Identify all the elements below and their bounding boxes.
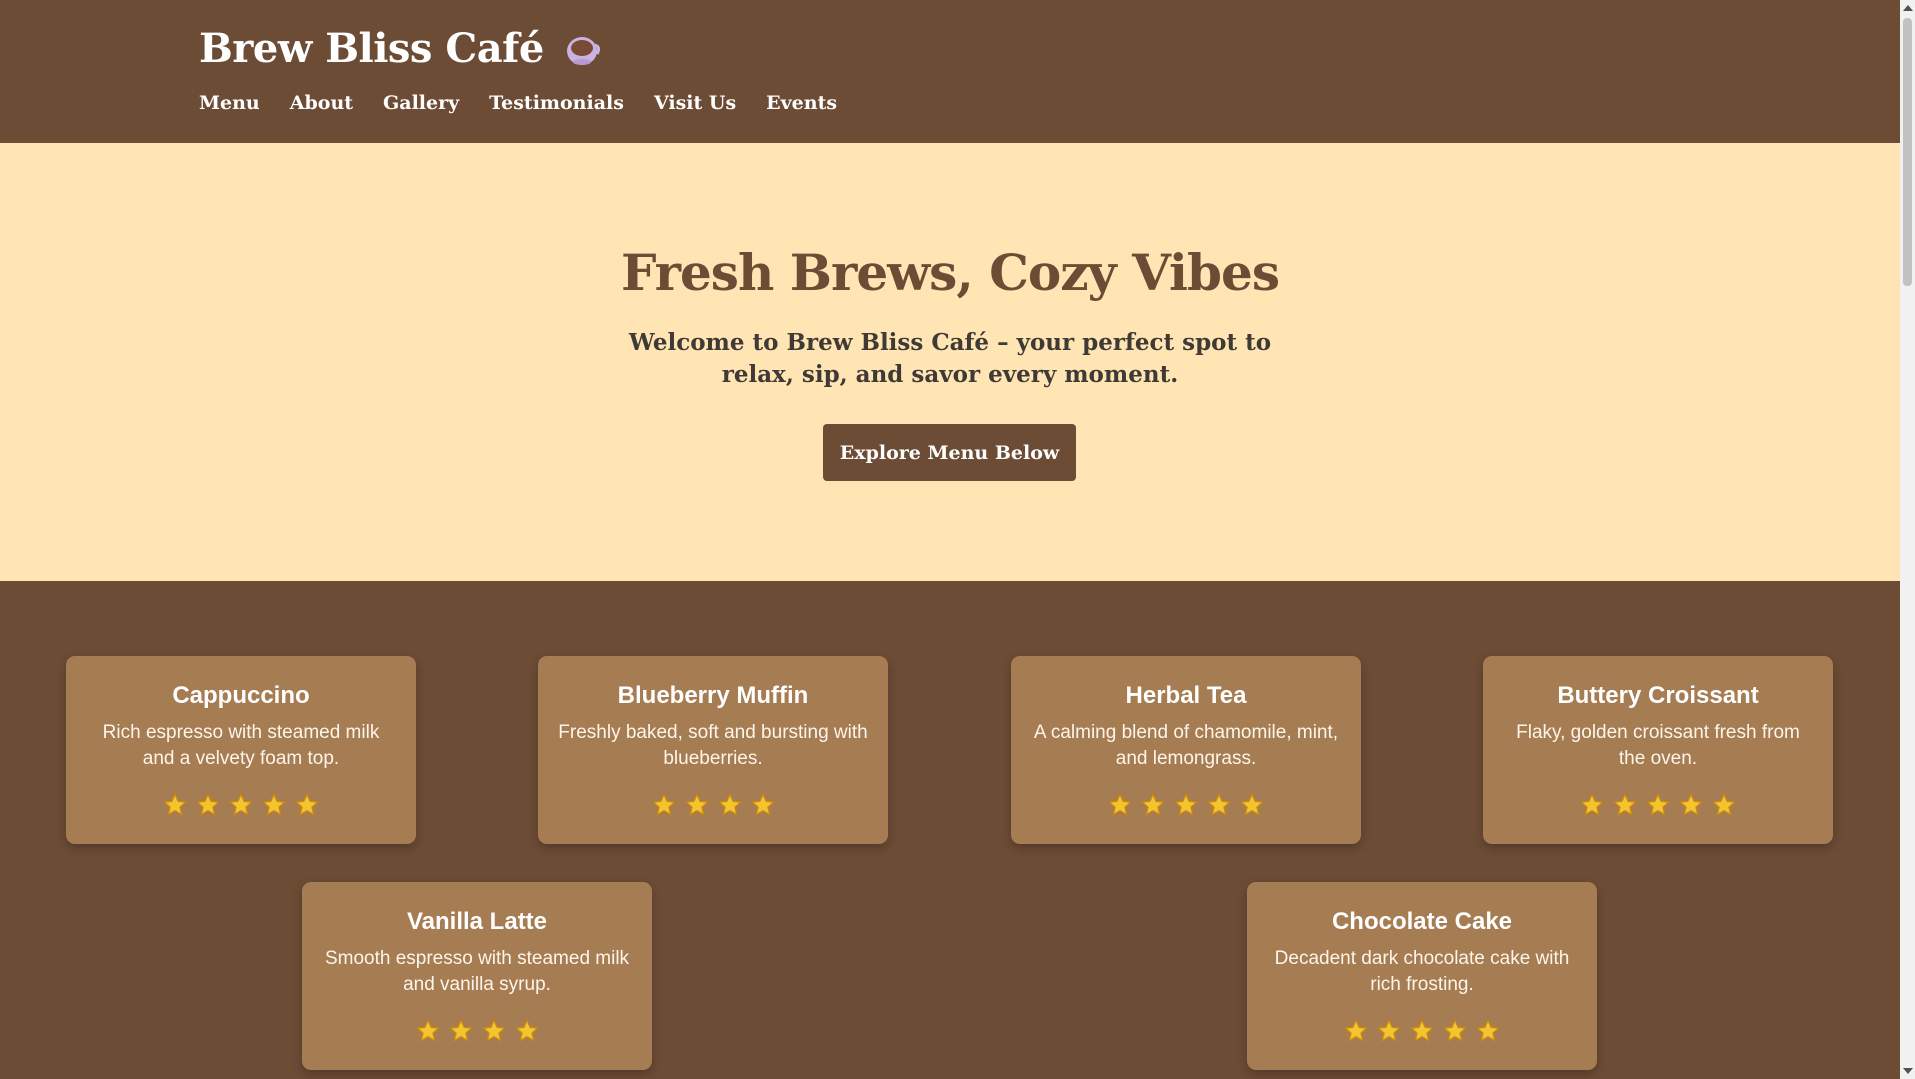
menu-card-chocolate-cake: Chocolate Cake Decadent dark chocolate c… (1247, 882, 1597, 1070)
star-rating (1483, 792, 1833, 818)
star-icon (1645, 792, 1671, 818)
star-rating (302, 1018, 652, 1044)
star-icon (1409, 1018, 1435, 1044)
nav-visit-us[interactable]: Visit Us (654, 92, 736, 114)
star-icon (1107, 792, 1133, 818)
scroll-down-arrow-icon[interactable] (1903, 1068, 1913, 1074)
star-icon (717, 792, 743, 818)
star-icon (1140, 792, 1166, 818)
nav-about[interactable]: About (290, 92, 353, 114)
site-header: Brew Bliss Café Menu About Gallery Testi… (0, 0, 1900, 143)
star-icon (1579, 792, 1605, 818)
star-icon (448, 1018, 474, 1044)
star-icon (1343, 1018, 1369, 1044)
menu-card-buttery-croissant: Buttery Croissant Flaky, golden croissan… (1483, 656, 1833, 844)
card-description: Decadent dark chocolate cake with rich f… (1274, 948, 1570, 995)
star-rating (66, 792, 416, 818)
main-nav: Menu About Gallery Testimonials Visit Us… (199, 92, 837, 114)
star-icon (261, 792, 287, 818)
hero-subtitle: Welcome to Brew Bliss Café – your perfec… (628, 329, 1272, 388)
card-description: Rich espresso with steamed milk and a ve… (102, 722, 380, 769)
star-icon (514, 1018, 540, 1044)
coffee-cup-icon (562, 29, 602, 69)
card-description: Flaky, golden croissant fresh from the o… (1516, 722, 1800, 769)
star-icon (684, 792, 710, 818)
nav-events[interactable]: Events (766, 92, 837, 114)
menu-card-herbal-tea: Herbal Tea A calming blend of chamomile,… (1011, 656, 1361, 844)
brand-logo[interactable]: Brew Bliss Café (199, 25, 602, 72)
star-icon (228, 792, 254, 818)
card-title: Cappuccino (172, 682, 310, 709)
menu-card-vanilla-latte: Vanilla Latte Smooth espresso with steam… (302, 882, 652, 1070)
nav-gallery[interactable]: Gallery (383, 92, 459, 114)
star-rating (538, 792, 888, 818)
star-icon (750, 792, 776, 818)
card-title: Chocolate Cake (1331, 908, 1513, 935)
star-icon (1678, 792, 1704, 818)
card-title: Blueberry Muffin (617, 682, 809, 709)
star-icon (1475, 1018, 1501, 1044)
card-description: Freshly baked, soft and bursting with bl… (558, 722, 868, 769)
nav-menu[interactable]: Menu (199, 92, 260, 114)
star-icon (1239, 792, 1265, 818)
card-description: Smooth espresso with steamed milk and va… (324, 948, 630, 995)
star-icon (1173, 792, 1199, 818)
explore-menu-button[interactable]: Explore Menu Below (823, 424, 1076, 481)
scroll-thumb[interactable] (1903, 18, 1912, 286)
card-title: Vanilla Latte (406, 908, 548, 935)
star-icon (1206, 792, 1232, 818)
scroll-up-arrow-icon[interactable] (1903, 5, 1913, 11)
brand-name: Brew Bliss Café (199, 25, 544, 72)
star-icon (415, 1018, 441, 1044)
card-description: A calming blend of chamomile, mint, and … (1033, 722, 1339, 769)
star-icon (1612, 792, 1638, 818)
star-icon (481, 1018, 507, 1044)
page-scrollbar[interactable] (1900, 0, 1915, 1079)
hero-title: Fresh Brews, Cozy Vibes (621, 243, 1280, 302)
menu-card-blueberry-muffin: Blueberry Muffin Freshly baked, soft and… (538, 656, 888, 844)
page: Brew Bliss Café Menu About Gallery Testi… (0, 0, 1900, 1079)
hero-section: Fresh Brews, Cozy Vibes Welcome to Brew … (0, 143, 1900, 581)
card-title: Herbal Tea (1125, 682, 1247, 709)
star-rating (1247, 1018, 1597, 1044)
menu-card-cappuccino: Cappuccino Rich espresso with steamed mi… (66, 656, 416, 844)
star-icon (294, 792, 320, 818)
star-icon (1442, 1018, 1468, 1044)
star-icon (162, 792, 188, 818)
card-title: Buttery Croissant (1557, 682, 1759, 709)
star-rating (1011, 792, 1361, 818)
nav-testimonials[interactable]: Testimonials (489, 92, 624, 114)
star-icon (1376, 1018, 1402, 1044)
star-icon (651, 792, 677, 818)
star-icon (195, 792, 221, 818)
star-icon (1711, 792, 1737, 818)
